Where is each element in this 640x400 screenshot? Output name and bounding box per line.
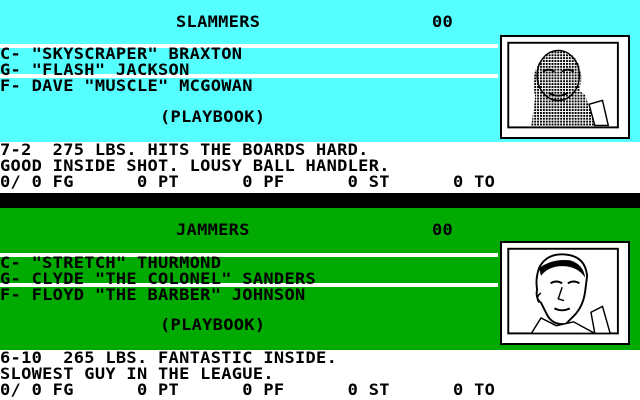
team2-player-guard[interactable]: G- CLYDE "THE COLONEL" SANDERS <box>0 272 316 288</box>
team1-score: 00 <box>432 13 454 32</box>
team2-playbook-button[interactable]: (PLAYBOOK) <box>160 318 265 334</box>
team2-name: JAMMERS <box>176 221 250 240</box>
game-screen: SLAMMERS 00 C- "SKYSCRAPER" BRAXTON G- "… <box>0 0 640 400</box>
team-divider <box>0 193 640 208</box>
team1-player-center[interactable]: C- "SKYSCRAPER" BRAXTON <box>0 47 242 63</box>
team2-player-info-line-1: 6-10 265 LBS. FANTASTIC INSIDE. <box>0 349 338 368</box>
team1-player-info-line-1: 7-2 275 LBS. HITS THE BOARDS HARD. <box>0 141 369 160</box>
team1-player-info-line-2: GOOD INSIDE SHOT. LOUSY BALL HANDLER. <box>0 157 390 176</box>
team2-player-info-line-2: SLOWEST GUY IN THE LEAGUE. <box>0 365 274 384</box>
team1-stats-row: 0/ 0 FG 0 PT 0 PF 0 ST 0 TO <box>0 173 496 192</box>
player-portrait-braxton <box>500 35 630 139</box>
player-face-icon <box>507 247 619 335</box>
team2-player-center[interactable]: C- "STRETCH" THURMOND <box>0 256 221 272</box>
team1-name: SLAMMERS <box>176 13 261 32</box>
team1-playbook-button[interactable]: (PLAYBOOK) <box>160 110 265 126</box>
team2-player-forward[interactable]: F- FLOYD "THE BARBER" JOHNSON <box>0 288 306 304</box>
player-face-icon <box>507 41 619 129</box>
team1-player-guard[interactable]: G- "FLASH" JACKSON <box>0 63 190 79</box>
team1-player-forward[interactable]: F- DAVE "MUSCLE" MCGOWAN <box>0 79 253 95</box>
team2-score: 00 <box>432 221 454 240</box>
team2-stats-row: 0/ 0 FG 0 PT 0 PF 0 ST 0 TO <box>0 381 496 400</box>
player-portrait-thurmond <box>500 241 630 345</box>
